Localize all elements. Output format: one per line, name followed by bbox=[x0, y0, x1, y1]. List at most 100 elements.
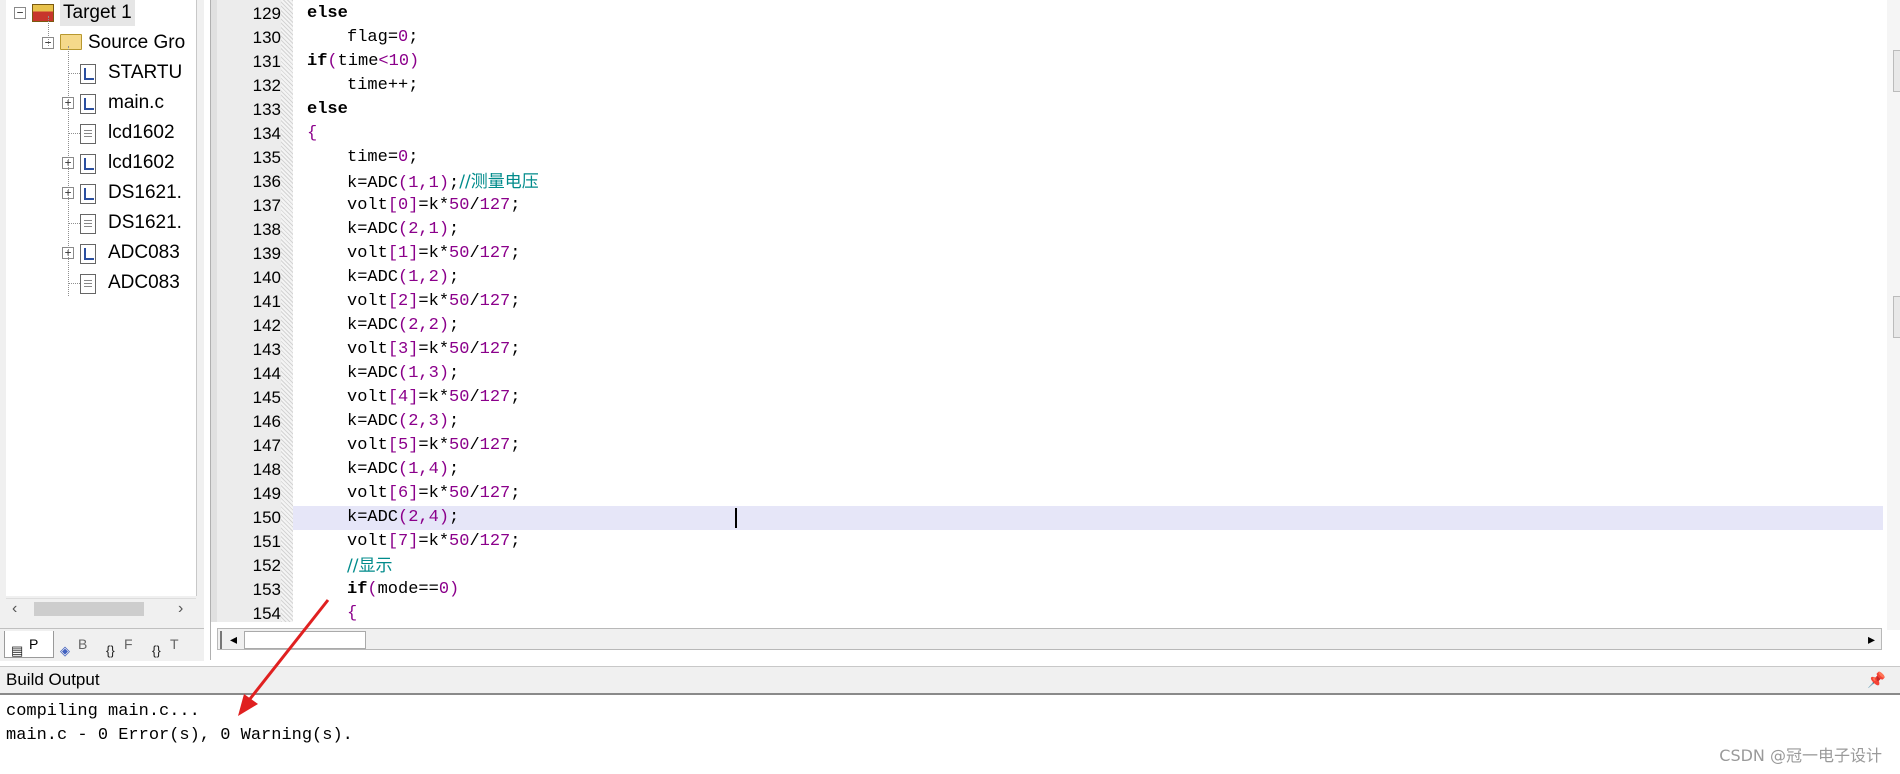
tree-item[interactable]: − Source Gro bbox=[6, 30, 196, 56]
tree-item[interactable]: lcd1602 bbox=[6, 120, 196, 146]
source-file-icon bbox=[80, 94, 96, 114]
scrollbar-thumb[interactable] bbox=[34, 602, 144, 616]
build-output-text[interactable]: compiling main.c... main.c - 0 Error(s), … bbox=[6, 700, 353, 748]
source-file-icon bbox=[80, 64, 96, 84]
panel-tab[interactable]: ▤ P bbox=[4, 631, 54, 658]
code-line[interactable]: k=ADC(2,4); bbox=[347, 506, 459, 530]
line-number: 147 bbox=[252, 436, 281, 455]
code-line[interactable]: time++; bbox=[347, 74, 418, 98]
tree-item[interactable]: DS1621. bbox=[6, 210, 196, 236]
scrollbar-thumb[interactable] bbox=[244, 631, 366, 649]
line-number: 144 bbox=[252, 364, 281, 383]
scrollbar-divider bbox=[220, 631, 222, 649]
code-line[interactable]: else bbox=[307, 2, 348, 26]
code-line[interactable]: else bbox=[307, 98, 348, 122]
code-line[interactable]: { bbox=[307, 122, 317, 146]
code-line[interactable]: k=ADC(1,2); bbox=[347, 266, 459, 290]
panel-tab[interactable]: {} T bbox=[146, 631, 196, 658]
code-editor[interactable]: 129 130 131 132 133 134 135 136 137 138 139 140 141 1… bbox=[210, 0, 1900, 660]
watermark: CSDN @冠一电子设计 bbox=[1719, 746, 1882, 765]
code-line[interactable]: volt[3]=k*50/127; bbox=[347, 338, 520, 362]
line-number: 154 bbox=[252, 604, 281, 623]
line-number: 151 bbox=[252, 532, 281, 551]
panel-tab-label: F bbox=[124, 636, 133, 652]
tree-item[interactable]: ADC083 bbox=[6, 270, 196, 296]
code-line[interactable]: k=ADC(1,1);//测量电压 bbox=[347, 170, 539, 194]
tree-item-label: Target 1 bbox=[60, 0, 135, 26]
line-number: 138 bbox=[252, 220, 281, 239]
panel-tab[interactable]: ◈ B bbox=[54, 631, 98, 659]
line-number: 135 bbox=[252, 148, 281, 167]
editor-vertical-scrollbar[interactable] bbox=[1887, 0, 1900, 630]
tree-item[interactable]: + DS1621. bbox=[6, 180, 196, 206]
scroll-right-icon[interactable]: › bbox=[178, 599, 183, 619]
panel-tab-label: B bbox=[78, 636, 88, 652]
code-line[interactable]: k=ADC(1,3); bbox=[347, 362, 459, 386]
code-line[interactable]: volt[6]=k*50/127; bbox=[347, 482, 520, 506]
code-line[interactable]: k=ADC(1,4); bbox=[347, 458, 459, 482]
code-line[interactable]: volt[7]=k*50/127; bbox=[347, 530, 520, 554]
line-number: 148 bbox=[252, 460, 281, 479]
line-number: 136 bbox=[252, 172, 281, 191]
tree-item[interactable]: − Target 1 bbox=[6, 0, 196, 26]
line-number-gutter: 129 130 131 132 133 134 135 136 137 138 139 140 141 1… bbox=[217, 0, 282, 623]
tree-horizontal-scrollbar[interactable]: ‹ › bbox=[6, 598, 196, 619]
tree-connector bbox=[68, 46, 69, 296]
file-icon bbox=[80, 274, 96, 294]
code-line[interactable]: volt[1]=k*50/127; bbox=[347, 242, 520, 266]
tree-connector bbox=[48, 16, 49, 46]
functions-icon: {} bbox=[106, 643, 115, 659]
line-number: 153 bbox=[252, 580, 281, 599]
tree-item-label: Source Gro bbox=[88, 32, 186, 53]
line-number: 152 bbox=[252, 556, 281, 575]
code-line[interactable]: volt[5]=k*50/127; bbox=[347, 434, 520, 458]
tree-item-label: main.c bbox=[108, 92, 164, 113]
code-line[interactable]: if(time<10) bbox=[307, 50, 419, 74]
code-line[interactable]: volt[0]=k*50/127; bbox=[347, 194, 520, 218]
code-line[interactable]: volt[4]=k*50/127; bbox=[347, 386, 520, 410]
code-line[interactable]: if(mode==0) bbox=[347, 578, 459, 602]
tree-item[interactable]: + lcd1602 bbox=[6, 150, 196, 176]
target-icon bbox=[32, 4, 54, 22]
tree-item-label: ADC083 bbox=[108, 272, 180, 293]
scroll-left-icon[interactable]: ‹ bbox=[12, 599, 17, 619]
code-line[interactable]: //显示 bbox=[347, 554, 392, 578]
line-number: 133 bbox=[252, 100, 281, 119]
code-line[interactable]: time=0; bbox=[347, 146, 418, 170]
pin-icon[interactable]: 📌 bbox=[1867, 671, 1886, 689]
fold-margin bbox=[281, 0, 293, 622]
code-line[interactable]: volt[2]=k*50/127; bbox=[347, 290, 520, 314]
build-output-header: Build Output 📌 bbox=[0, 666, 1900, 695]
collapse-icon[interactable]: − bbox=[14, 7, 26, 19]
tree-item[interactable]: + ADC083 bbox=[6, 240, 196, 266]
line-number: 129 bbox=[252, 4, 281, 23]
tree-item[interactable]: STARTU bbox=[6, 60, 196, 86]
line-number: 142 bbox=[252, 316, 281, 335]
books-icon: ◈ bbox=[60, 643, 70, 659]
code-line[interactable]: k=ADC(2,1); bbox=[347, 218, 459, 242]
build-output-line: compiling main.c... bbox=[6, 702, 200, 721]
file-icon bbox=[80, 124, 96, 144]
tree-item-label: ADC083 bbox=[108, 242, 180, 263]
panel-tab[interactable]: {} F bbox=[100, 631, 144, 659]
code-line[interactable]: k=ADC(2,2); bbox=[347, 314, 459, 338]
code-line[interactable]: { bbox=[347, 602, 357, 626]
code-line[interactable]: flag=0; bbox=[347, 26, 418, 50]
line-number: 150 bbox=[252, 508, 281, 527]
scroll-left-icon[interactable]: ◂ bbox=[230, 629, 237, 649]
text-cursor bbox=[735, 508, 737, 528]
line-number: 146 bbox=[252, 412, 281, 431]
project-tree[interactable]: − Target 1 − Source Gro STARTU + main.c lcd1602… bbox=[6, 0, 197, 596]
line-number: 143 bbox=[252, 340, 281, 359]
tree-item[interactable]: + main.c bbox=[6, 90, 196, 116]
scroll-marker bbox=[1893, 296, 1900, 338]
code-line[interactable]: k=ADC(2,3); bbox=[347, 410, 459, 434]
line-number: 139 bbox=[252, 244, 281, 263]
editor-horizontal-scrollbar[interactable]: ◂ ▸ bbox=[217, 628, 1882, 650]
scroll-marker bbox=[1893, 50, 1900, 92]
build-output-panel: Build Output 📌 compiling main.c... main.c… bbox=[0, 666, 1900, 774]
project-panel: − Target 1 − Source Gro STARTU + main.c lcd1602… bbox=[0, 0, 204, 661]
scroll-right-icon[interactable]: ▸ bbox=[1868, 629, 1875, 649]
folder-icon bbox=[60, 34, 82, 50]
line-number: 134 bbox=[252, 124, 281, 143]
